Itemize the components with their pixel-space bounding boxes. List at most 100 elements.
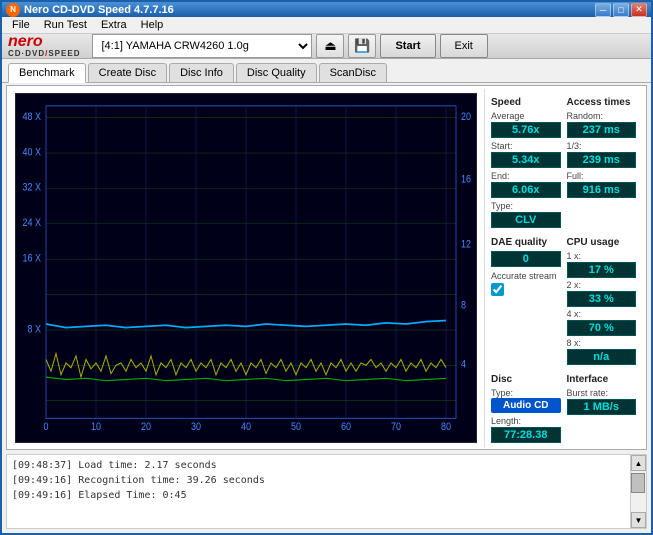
scroll-down-button[interactable]: ▼ [631,512,646,528]
app-window: N Nero CD-DVD Speed 4.7.7.16 ─ □ ✕ File … [0,0,653,535]
full-value: 916 ms [567,182,637,198]
disc-section: Disc Type: Audio CD Length: 77:28.38 [491,370,561,443]
svg-text:4: 4 [461,359,466,371]
log-line-2: [09:49:16] Elapsed Time: 0:45 [12,488,625,503]
scroll-track [631,471,646,512]
burst-rate-value: 1 MB/s [567,399,637,415]
scroll-up-button[interactable]: ▲ [631,455,646,471]
svg-text:24 X: 24 X [23,217,42,229]
one-third-value: 239 ms [567,152,637,168]
menu-run-test[interactable]: Run Test [38,17,93,33]
average-label: Average [491,111,561,121]
logo-nero: nero [8,34,80,50]
svg-text:8: 8 [461,300,466,312]
burst-rate-label: Burst rate: [567,388,637,398]
eject-button[interactable]: ⏏ [316,34,344,58]
disc-title: Disc [491,374,561,385]
svg-text:0: 0 [43,422,48,434]
end-value: 6.06x [491,182,561,198]
svg-text:50: 50 [291,422,301,434]
exit-button[interactable]: Exit [440,34,488,58]
start-value: 5.34x [491,152,561,168]
interface-title: Interface [567,374,637,385]
title-bar: N Nero CD-DVD Speed 4.7.7.16 ─ □ ✕ [2,2,651,17]
svg-text:30: 30 [191,422,201,434]
minimize-button[interactable]: ─ [595,3,611,17]
tab-disc-info[interactable]: Disc Info [169,63,234,82]
start-button[interactable]: Start [380,34,435,58]
svg-text:12: 12 [461,239,471,251]
tab-scan-disc[interactable]: ScanDisc [319,63,387,82]
menu-bar: File Run Test Extra Help [2,17,651,34]
menu-help[interactable]: Help [135,17,170,33]
full-label: Full: [567,171,637,181]
svg-text:16: 16 [461,174,471,186]
log-line-0: [09:48:37] Load time: 2.17 seconds [12,458,625,473]
start-label: Start: [491,141,561,151]
accurate-stream-label: Accurate stream [491,271,561,281]
menu-file[interactable]: File [6,17,36,33]
scroll-thumb[interactable] [631,473,645,493]
cpu-title: CPU usage [567,237,637,248]
save-button[interactable]: 💾 [348,34,376,58]
benchmark-chart: 48 X 40 X 32 X 24 X 16 X 8 X 20 16 12 8 … [16,94,476,442]
svg-text:20: 20 [141,422,151,434]
logo-cdspeed: CD·DVD/SPEED [8,50,80,58]
cpu-usage-section: CPU usage 1 x: 17 % 2 x: 33 % 4 x: 70 % … [567,233,637,365]
dae-title: DAE quality [491,237,561,248]
random-value: 237 ms [567,122,637,138]
app-icon: N [6,3,20,17]
maximize-button[interactable]: □ [613,3,629,17]
cpu-2x-label: 2 x: [567,280,637,290]
svg-text:60: 60 [341,422,351,434]
speed-section: Speed Average 5.76x Start: 5.34x End: 6.… [491,93,561,228]
disc-length-label: Length: [491,416,561,426]
svg-text:8 X: 8 X [27,324,41,336]
type-label: Type: [491,201,561,211]
svg-text:16 X: 16 X [23,253,42,265]
one-third-label: 1/3: [567,141,637,151]
random-label: Random: [567,111,637,121]
access-times-title: Access times [567,97,637,108]
log-area: [09:48:37] Load time: 2.17 seconds [09:4… [6,454,647,529]
average-value: 5.76x [491,122,561,138]
app-logo: nero CD·DVD/SPEED [8,34,80,58]
toolbar: nero CD·DVD/SPEED [4:1] YAMAHA CRW4260 1… [2,34,651,59]
cpu-1x-value: 17 % [567,262,637,278]
cpu-4x-label: 4 x: [567,309,637,319]
disc-type-label: Type: [491,388,561,398]
svg-text:20: 20 [461,111,471,123]
dae-section: DAE quality 0 Accurate stream [491,233,561,365]
tab-create-disc[interactable]: Create Disc [88,63,167,82]
end-label: End: [491,171,561,181]
tab-disc-quality[interactable]: Disc Quality [236,63,317,82]
log-content: [09:48:37] Load time: 2.17 seconds [09:4… [7,455,630,528]
svg-text:40: 40 [241,422,251,434]
svg-text:10: 10 [91,422,101,434]
disc-length-value: 77:28.38 [491,427,561,443]
log-line-1: [09:49:16] Recognition time: 39.26 secon… [12,473,625,488]
log-scrollbar: ▲ ▼ [630,455,646,528]
close-button[interactable]: ✕ [631,3,647,17]
svg-text:80: 80 [441,422,451,434]
dae-value: 0 [491,251,561,267]
type-value: CLV [491,212,561,228]
cpu-4x-value: 70 % [567,320,637,336]
access-times-section: Access times Random: 237 ms 1/3: 239 ms … [567,93,637,228]
accurate-stream-checkbox[interactable] [491,283,504,296]
menu-extra[interactable]: Extra [95,17,133,33]
cpu-2x-value: 33 % [567,291,637,307]
speed-title: Speed [491,97,561,108]
drive-select[interactable]: [4:1] YAMAHA CRW4260 1.0g [92,34,312,58]
disc-type-badge: Audio CD [491,398,561,413]
window-title: Nero CD-DVD Speed 4.7.7.16 [24,4,174,16]
tab-bar: Benchmark Create Disc Disc Info Disc Qua… [2,59,651,83]
tab-benchmark[interactable]: Benchmark [8,63,86,83]
cpu-1x-label: 1 x: [567,251,637,261]
content-area: Benchmark Create Disc Disc Info Disc Qua… [2,59,651,533]
svg-text:32 X: 32 X [23,182,42,194]
svg-text:40 X: 40 X [23,147,42,159]
cpu-8x-label: 8 x: [567,338,637,348]
svg-text:70: 70 [391,422,401,434]
svg-text:48 X: 48 X [23,111,42,123]
